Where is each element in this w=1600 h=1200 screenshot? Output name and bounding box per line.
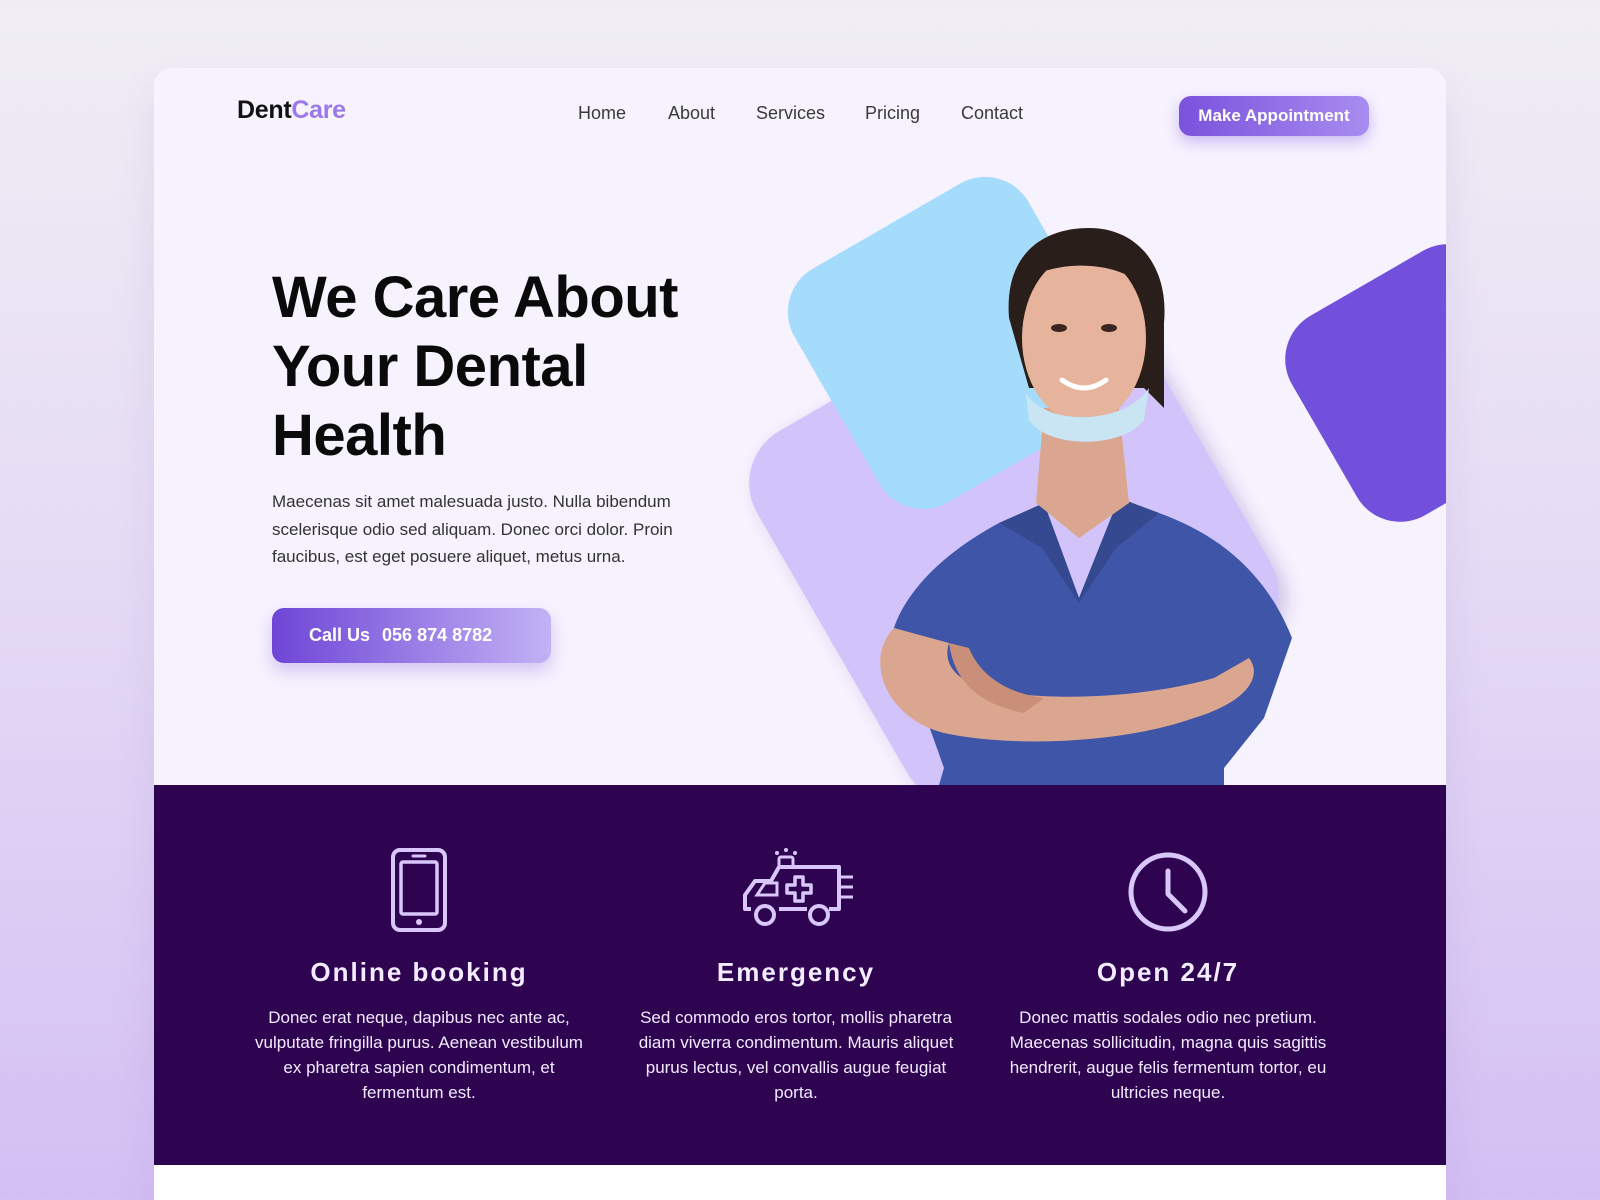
brand-logo-part1: Dent (237, 96, 292, 124)
smartphone-icon (391, 848, 447, 932)
brand-logo-part2: Care (291, 96, 346, 124)
call-us-label: Call Us (309, 625, 371, 645)
clock-icon (1128, 852, 1208, 932)
page-card: DentCare Home About Services Pricing Con… (154, 68, 1446, 1200)
nav-item-pricing[interactable]: Pricing (865, 103, 920, 124)
feature-title: Online booking (310, 957, 528, 987)
make-appointment-button[interactable]: Make Appointment (1179, 96, 1369, 136)
feature-description: Sed commodo eros tortor, mollis pharetra… (638, 1008, 954, 1102)
hero-title: We Care About Your Dental Health (272, 265, 679, 468)
nav-item-home[interactable]: Home (578, 103, 626, 124)
hero-illustration (749, 176, 1446, 853)
feature-title: Open 24/7 (1096, 957, 1240, 987)
feature-description: Donec mattis sodales odio nec pretium. M… (1009, 1008, 1327, 1102)
next-section (154, 1165, 1446, 1200)
nav-item-about[interactable]: About (668, 103, 715, 124)
hero-description: Maecenas sit amet malesuada justo. Nulla… (272, 492, 673, 566)
nav-item-services[interactable]: Services (756, 103, 825, 124)
call-us-button[interactable]: Call Us 056 874 8782 (272, 608, 551, 663)
ambulance-icon (743, 848, 853, 926)
feature-title: Emergency (716, 957, 876, 987)
purple-shape (1285, 244, 1446, 522)
nav-item-contact[interactable]: Contact (961, 103, 1023, 124)
features-section: Online booking Donec erat neque, dapibus… (154, 785, 1446, 1165)
call-us-number: 056 874 8782 (382, 625, 493, 645)
feature-description: Donec erat neque, dapibus nec ante ac, v… (255, 1008, 583, 1102)
brand-logo[interactable]: DentCare (237, 96, 346, 125)
